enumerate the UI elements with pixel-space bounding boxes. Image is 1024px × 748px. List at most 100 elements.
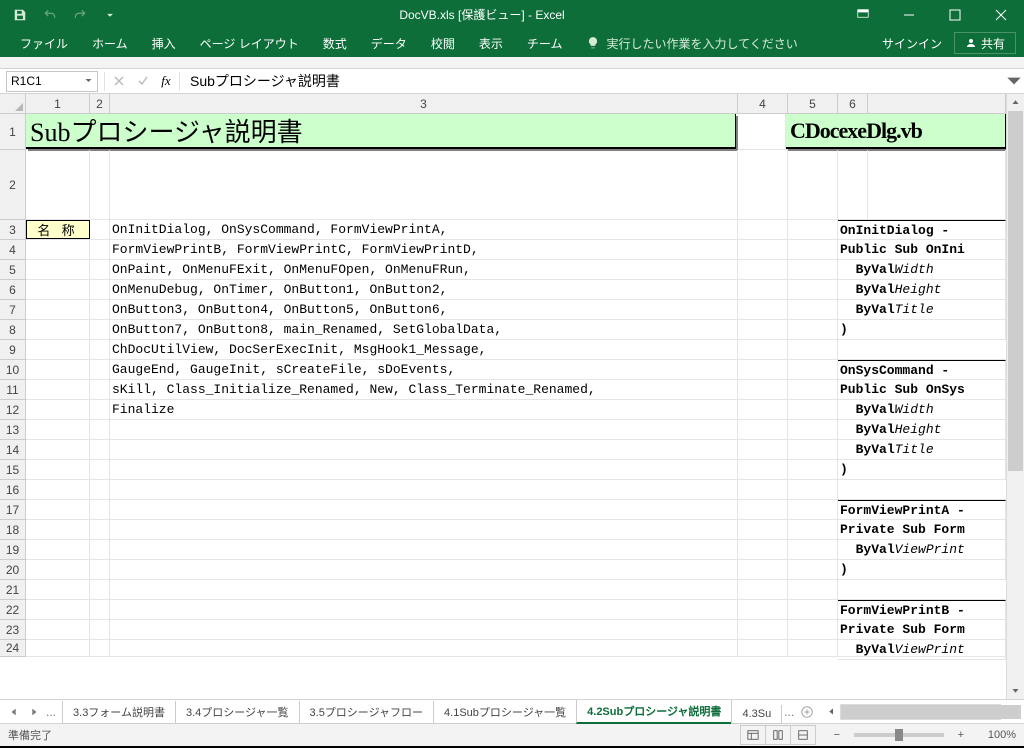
cell[interactable] <box>110 540 738 559</box>
cell[interactable] <box>90 320 110 339</box>
hscroll-thumb[interactable] <box>841 705 1021 719</box>
col-header[interactable]: 5 <box>788 94 838 114</box>
tell-me-search[interactable]: 実行したい作業を入力してください <box>586 35 797 52</box>
cell[interactable] <box>738 460 788 479</box>
cell[interactable] <box>110 500 738 519</box>
col-header[interactable] <box>868 94 1006 114</box>
sheet-nav-prev[interactable] <box>6 705 22 719</box>
row-header[interactable]: 4 <box>0 240 26 260</box>
cell[interactable]: OnInitDialog, OnSysCommand, FormViewPrin… <box>110 220 738 239</box>
cell[interactable] <box>110 560 738 579</box>
sheet-tab[interactable]: 4.2Subプロシージャ説明書 <box>576 700 732 724</box>
fx-button[interactable]: fx <box>155 73 177 89</box>
cell[interactable] <box>788 380 838 399</box>
row-header[interactable]: 12 <box>0 400 26 420</box>
cell[interactable] <box>788 640 838 656</box>
cell[interactable] <box>110 620 738 639</box>
tab-team[interactable]: チーム <box>515 29 575 57</box>
worksheet-grid[interactable]: 1 2 3 4 5 6 1234567891011121314151617181… <box>0 94 1024 699</box>
cell[interactable] <box>26 280 90 299</box>
cell[interactable] <box>738 380 788 399</box>
row-header[interactable]: 1 <box>0 114 26 150</box>
cell[interactable] <box>738 620 788 639</box>
row-header[interactable]: 22 <box>0 600 26 620</box>
cell[interactable] <box>738 420 788 439</box>
sheet-tab[interactable]: 4.1Subプロシージャ一覧 <box>433 701 577 724</box>
cell[interactable] <box>110 600 738 619</box>
cell[interactable] <box>90 580 110 599</box>
cell[interactable] <box>26 600 90 619</box>
cell[interactable] <box>90 520 110 539</box>
cell[interactable] <box>738 320 788 339</box>
sheet-tab[interactable]: 4.3Su <box>731 705 782 724</box>
cell[interactable] <box>788 400 838 419</box>
col-header[interactable]: 2 <box>90 94 110 114</box>
cell[interactable] <box>90 360 110 379</box>
cell[interactable] <box>738 300 788 319</box>
cell[interactable] <box>90 640 110 656</box>
cell[interactable] <box>738 640 788 656</box>
zoom-slider-thumb[interactable] <box>895 729 903 741</box>
cell[interactable] <box>788 280 838 299</box>
cell[interactable]: OnButton3, OnButton4, OnButton5, OnButto… <box>110 300 738 319</box>
row-header[interactable]: 3 <box>0 220 26 240</box>
horizontal-scrollbar[interactable] <box>817 703 1024 720</box>
cell[interactable] <box>738 150 788 219</box>
row-header[interactable]: 8 <box>0 320 26 340</box>
cell[interactable] <box>26 540 90 559</box>
cell[interactable] <box>110 440 738 459</box>
cell[interactable] <box>110 520 738 539</box>
sheet-nav-more[interactable]: ... <box>46 705 56 719</box>
row-header[interactable]: 6 <box>0 280 26 300</box>
close-button[interactable] <box>978 0 1024 29</box>
side-cell[interactable]: Private Sub Form <box>838 520 1006 539</box>
side-cell[interactable]: ByVal Width <box>838 400 1006 419</box>
row-header[interactable]: 24 <box>0 640 26 657</box>
cell[interactable] <box>738 480 788 499</box>
cell[interactable] <box>738 580 788 599</box>
cell[interactable] <box>110 640 738 656</box>
cell[interactable] <box>110 150 738 219</box>
new-sheet-button[interactable] <box>797 705 817 719</box>
cell[interactable] <box>26 560 90 579</box>
col-header[interactable]: 6 <box>838 94 868 114</box>
tab-page-layout[interactable]: ページ レイアウト <box>188 29 311 57</box>
side-cell[interactable]: ByVal Width <box>838 260 1006 279</box>
row-header[interactable]: 14 <box>0 440 26 460</box>
row-header[interactable]: 19 <box>0 540 26 560</box>
cell[interactable] <box>738 280 788 299</box>
cell[interactable] <box>788 440 838 459</box>
tab-home[interactable]: ホーム <box>80 29 140 57</box>
row-header[interactable]: 20 <box>0 560 26 580</box>
side-cell[interactable]: ) <box>838 460 1006 479</box>
page-layout-view-button[interactable] <box>765 725 791 745</box>
formula-input[interactable]: Subプロシージャ説明書 <box>182 71 1004 91</box>
cell[interactable] <box>90 380 110 399</box>
row-header[interactable]: 21 <box>0 580 26 600</box>
tab-data[interactable]: データ <box>359 29 419 57</box>
col-header[interactable]: 3 <box>110 94 738 114</box>
cell[interactable] <box>26 480 90 499</box>
title-cell[interactable]: Subプロシージャ説明書 <box>26 114 736 149</box>
cell[interactable] <box>26 400 90 419</box>
tab-view[interactable]: 表示 <box>467 29 515 57</box>
cell[interactable] <box>26 440 90 459</box>
side-cell[interactable]: ByVal Height <box>838 420 1006 439</box>
cell[interactable] <box>26 300 90 319</box>
scroll-up-button[interactable] <box>1007 94 1024 111</box>
cancel-formula-button[interactable] <box>107 71 131 92</box>
cell[interactable] <box>26 260 90 279</box>
side-cell[interactable]: ) <box>838 320 1006 339</box>
cell[interactable] <box>738 500 788 519</box>
vertical-scrollbar[interactable] <box>1006 94 1024 699</box>
cell[interactable] <box>738 520 788 539</box>
side-cell[interactable]: OnSysCommand - <box>838 360 1006 379</box>
qat-customize-button[interactable] <box>96 3 124 27</box>
cell[interactable] <box>788 300 838 319</box>
row-header[interactable]: 17 <box>0 500 26 520</box>
cell[interactable]: OnMenuDebug, OnTimer, OnButton1, OnButto… <box>110 280 738 299</box>
cell[interactable] <box>90 540 110 559</box>
cell[interactable] <box>738 600 788 619</box>
ribbon-options-button[interactable] <box>840 0 886 29</box>
side-cell[interactable]: Public Sub OnIni <box>838 240 1006 259</box>
